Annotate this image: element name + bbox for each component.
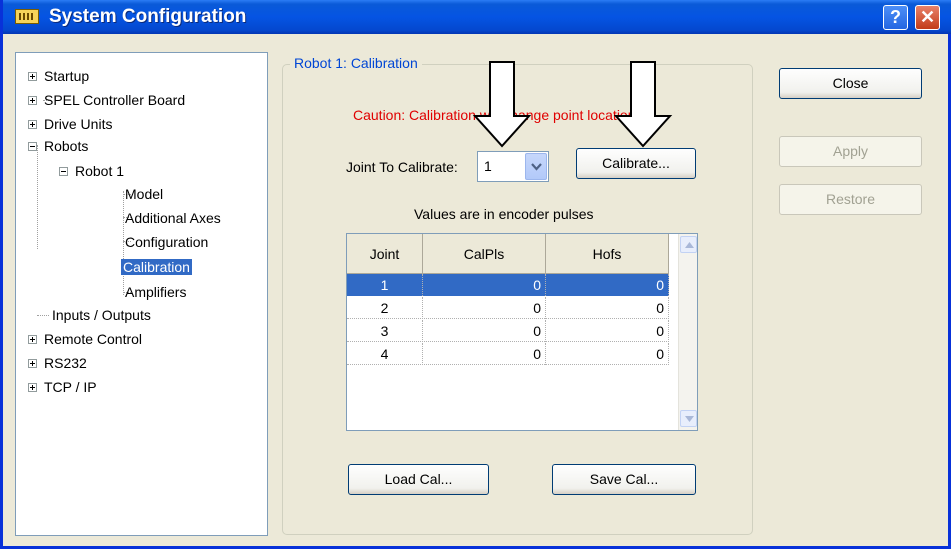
table-row[interactable]: 2 0 0 (347, 297, 669, 319)
cell-calpls[interactable]: 0 (423, 320, 546, 342)
cell-hofs[interactable]: 0 (546, 274, 669, 296)
collapse-minus-icon[interactable] (28, 141, 37, 151)
close-button[interactable]: Close (779, 68, 922, 99)
title-bar[interactable]: System Configuration ? ✕ (3, 0, 951, 34)
tree-item-amplifiers[interactable]: Amplifiers (123, 281, 188, 303)
cell-hofs[interactable]: 0 (546, 343, 669, 365)
expand-plus-icon[interactable] (28, 382, 37, 392)
cell-calpls[interactable]: 0 (423, 343, 546, 365)
scroll-up-button[interactable] (680, 236, 697, 253)
caution-text: Caution: Calibration will change point l… (353, 107, 643, 123)
calibration-table[interactable]: Joint CalPls Hofs 1 0 0 2 0 0 3 0 0 4 0 … (346, 233, 698, 431)
tree-item-model[interactable]: Model (123, 183, 165, 205)
table-row[interactable]: 4 0 0 (347, 343, 669, 365)
group-title: Robot 1: Calibration (290, 55, 422, 71)
cell-joint[interactable]: 4 (347, 343, 423, 365)
cell-calpls[interactable]: 0 (423, 274, 546, 296)
tree-item-rs232[interactable]: RS232 (28, 352, 89, 374)
column-header-hofs[interactable]: Hofs (546, 234, 669, 274)
tree-item-tcp-ip[interactable]: TCP / IP (28, 376, 99, 398)
chevron-down-icon (531, 163, 542, 171)
tree-item-inputs-outputs[interactable]: Inputs / Outputs (50, 304, 153, 326)
expand-plus-icon[interactable] (28, 358, 37, 368)
tree-item-configuration[interactable]: Configuration (123, 231, 210, 253)
expand-plus-icon[interactable] (28, 95, 37, 105)
system-configuration-window: System Configuration ? ✕ Startup SPEL Co… (0, 0, 951, 549)
tree-connector (37, 145, 38, 249)
joint-to-calibrate-label: Joint To Calibrate: (346, 159, 458, 175)
collapse-minus-icon[interactable] (59, 166, 68, 176)
column-header-calpls[interactable]: CalPls (423, 234, 546, 274)
cell-hofs[interactable]: 0 (546, 320, 669, 342)
expand-plus-icon[interactable] (28, 334, 37, 344)
window-title: System Configuration (49, 6, 247, 27)
tree-item-calibration[interactable]: Calibration (121, 256, 192, 278)
tree-item-drive-units[interactable]: Drive Units (28, 113, 114, 135)
cell-hofs[interactable]: 0 (546, 297, 669, 319)
tree-item-spel-controller-board[interactable]: SPEL Controller Board (28, 89, 187, 111)
joint-select[interactable]: 1 (477, 151, 549, 182)
expand-plus-icon[interactable] (28, 119, 37, 129)
cell-joint[interactable]: 1 (347, 274, 423, 296)
tree-item-additional-axes[interactable]: Additional Axes (123, 207, 223, 229)
cell-joint[interactable]: 3 (347, 320, 423, 342)
column-header-joint[interactable]: Joint (347, 234, 423, 274)
calibrate-button[interactable]: Calibrate... (576, 148, 696, 179)
cell-joint[interactable]: 2 (347, 297, 423, 319)
encoder-pulses-note: Values are in encoder pulses (414, 206, 594, 222)
tree-connector (37, 315, 49, 316)
app-icon (15, 9, 39, 24)
arrow-up-icon (685, 242, 694, 248)
joint-select-value: 1 (484, 158, 492, 174)
expand-plus-icon[interactable] (28, 71, 37, 81)
arrow-down-icon (685, 416, 694, 422)
table-scrollbar[interactable] (678, 234, 697, 430)
scroll-down-button[interactable] (680, 410, 697, 427)
tree-item-remote-control[interactable]: Remote Control (28, 328, 144, 350)
help-button[interactable]: ? (883, 5, 908, 30)
table-row[interactable]: 3 0 0 (347, 320, 669, 342)
apply-button[interactable]: Apply (779, 136, 922, 167)
tree-item-robots[interactable]: Robots (28, 135, 90, 157)
table-row[interactable]: 1 0 0 (347, 274, 669, 296)
save-cal-button[interactable]: Save Cal... (552, 464, 696, 495)
window-close-button[interactable]: ✕ (915, 5, 940, 30)
cell-calpls[interactable]: 0 (423, 297, 546, 319)
load-cal-button[interactable]: Load Cal... (348, 464, 489, 495)
config-tree[interactable]: Startup SPEL Controller Board Drive Unit… (15, 52, 268, 536)
tree-item-startup[interactable]: Startup (28, 65, 91, 87)
dropdown-button[interactable] (525, 153, 547, 180)
tree-item-robot-1[interactable]: Robot 1 (59, 160, 126, 182)
restore-button[interactable]: Restore (779, 184, 922, 215)
